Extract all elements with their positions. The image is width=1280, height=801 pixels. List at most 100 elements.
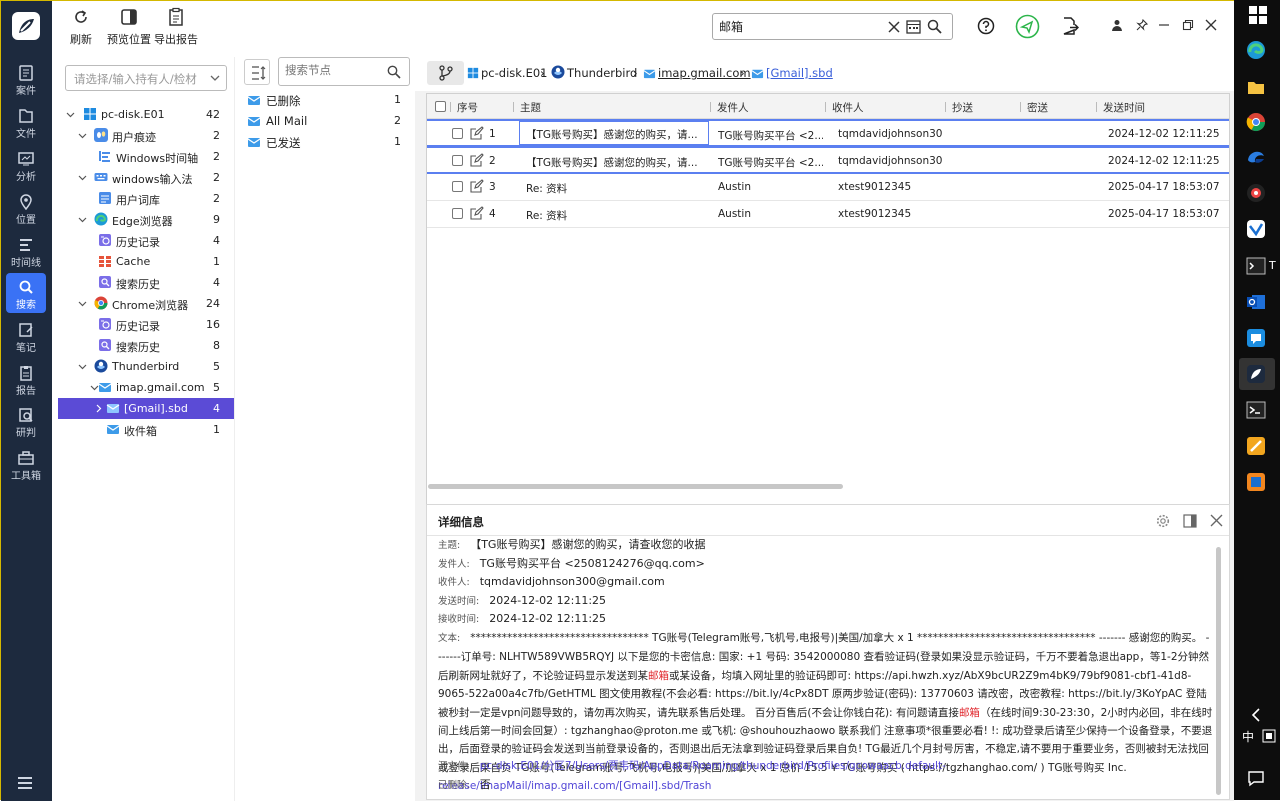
send-status-icon[interactable] — [1015, 14, 1040, 39]
table-row[interactable]: 2 【TG账号购买】感谢您的购买，请... TG账号购买平台 <2... tqm… — [427, 146, 1229, 174]
chevron-down-icon[interactable] — [66, 110, 75, 119]
outlook-icon[interactable] — [1246, 292, 1266, 312]
tree-node-user-dictionary[interactable]: 用户词库 2 — [58, 188, 234, 209]
tool-app-icon[interactable] — [1246, 436, 1266, 456]
tree-node-windows-timeline[interactable]: Windows时间轴 2 — [58, 146, 234, 167]
minimize-icon[interactable] — [1158, 19, 1170, 31]
nav-case[interactable]: 案件 — [6, 59, 46, 99]
edge-dev-app-icon[interactable] — [1246, 147, 1266, 167]
column-header[interactable]: 序号 — [450, 100, 478, 115]
tree-node-user-traces[interactable]: 用户痕迹 2 — [58, 125, 234, 146]
branch-button[interactable] — [427, 61, 464, 85]
breadcrumb-current[interactable]: [Gmail].sbd — [766, 66, 833, 80]
tree-node-edge-history[interactable]: 历史记录 4 — [58, 230, 234, 251]
row-checkbox[interactable] — [452, 128, 463, 139]
nav-note[interactable]: 笔记 — [6, 316, 46, 356]
gear-icon[interactable] — [1156, 514, 1170, 528]
table-row[interactable]: 1 【TG账号购买】感谢您的购买，请... TG账号购买平台 <2... tqm… — [427, 119, 1229, 147]
tree-node-edge-browser[interactable]: Edge浏览器 9 — [58, 209, 234, 230]
nav-report[interactable]: 报告 — [6, 359, 46, 399]
edit-icon[interactable] — [470, 126, 484, 140]
tree-node-edge-cache[interactable]: Cache 1 — [58, 251, 234, 272]
column-header[interactable]: 发送时间 — [1096, 100, 1145, 115]
refresh-button[interactable]: 刷新 — [70, 7, 92, 47]
tree-node-imap-gmail[interactable]: imap.gmail.com 5 — [58, 377, 234, 398]
main-menu-icon[interactable] — [17, 776, 33, 793]
nav-location[interactable]: 位置 — [6, 188, 46, 228]
tree-node-chrome-browser[interactable]: Chrome浏览器 24 — [58, 293, 234, 314]
edit-icon[interactable] — [470, 179, 484, 193]
chrome-app-icon[interactable] — [1246, 112, 1266, 132]
folder-app-icon[interactable] — [1246, 77, 1266, 97]
chevron-down-icon[interactable] — [78, 131, 87, 140]
chevron-down-icon[interactable] — [78, 362, 87, 371]
tree-node-pc-disk[interactable]: pc-disk.E01 42 — [58, 104, 234, 125]
chevron-down-icon[interactable] — [78, 215, 87, 224]
breadcrumb-item[interactable]: Thunderbird — [567, 66, 637, 80]
case-holder-select[interactable]: 请选择/输入持有人/检材 — [65, 65, 227, 91]
help-icon[interactable] — [977, 17, 995, 35]
nav-judge[interactable]: 研判 — [6, 401, 46, 441]
nav-file[interactable]: 文件 — [6, 102, 46, 142]
tree-node-windows-ime[interactable]: windows输入法 2 — [58, 167, 234, 188]
node-item-all-mail[interactable]: All Mail 2 — [247, 111, 407, 131]
message-app-icon[interactable] — [1246, 328, 1266, 348]
vertical-scrollbar[interactable] — [1216, 547, 1221, 795]
export-file-icon[interactable] — [1061, 17, 1079, 35]
ime-indicator[interactable]: 中 — [1242, 728, 1254, 745]
search-submit-icon[interactable] — [927, 19, 942, 34]
clear-icon[interactable] — [888, 21, 900, 33]
cell-subject[interactable]: 【TG账号购买】感谢您的购买，请... — [519, 121, 709, 145]
breadcrumb-item[interactable]: imap.gmail.com — [658, 66, 751, 80]
panel-layout-icon[interactable] — [1183, 514, 1197, 528]
row-checkbox[interactable] — [452, 181, 463, 192]
user-icon[interactable] — [1111, 19, 1123, 31]
app-icon[interactable] — [1246, 219, 1266, 239]
close-icon[interactable] — [1210, 514, 1223, 527]
edit-icon[interactable] — [470, 206, 484, 220]
breadcrumb-item[interactable]: pc-disk.E01 — [481, 66, 547, 80]
column-header[interactable]: 抄送 — [945, 100, 973, 115]
chevron-left-icon[interactable] — [1246, 705, 1266, 725]
horizontal-scrollbar[interactable] — [428, 484, 843, 489]
row-checkbox[interactable] — [452, 155, 463, 166]
chevron-right-icon[interactable] — [94, 404, 103, 413]
row-checkbox[interactable] — [452, 208, 463, 219]
table-row[interactable]: 4 Re: 资料 Austin xtest9012345 2025-04-17 … — [427, 201, 1229, 228]
search-icon[interactable] — [387, 65, 401, 79]
nav-timeline[interactable]: 时间线 — [6, 231, 46, 271]
edge-app-icon[interactable] — [1246, 40, 1266, 60]
nav-toolbox[interactable]: 工具箱 — [6, 444, 46, 484]
edit-icon[interactable] — [470, 153, 484, 167]
node-search-input[interactable] — [285, 63, 380, 77]
app-icon[interactable] — [1246, 183, 1266, 203]
chevron-down-icon[interactable] — [78, 173, 87, 182]
language-icon[interactable] — [1262, 729, 1276, 743]
column-header[interactable]: 密送 — [1020, 100, 1048, 115]
tool-app-icon[interactable] — [1246, 472, 1266, 492]
tree-node-chrome-search-history[interactable]: 搜索历史 8 — [58, 335, 234, 356]
tree-node-edge-search-history[interactable]: 搜索历史 4 — [58, 272, 234, 293]
restore-icon[interactable] — [1182, 19, 1194, 31]
chevron-down-icon[interactable] — [78, 299, 87, 308]
notification-icon[interactable] — [1246, 768, 1266, 788]
pin-icon[interactable] — [1136, 19, 1148, 31]
windows-start-icon[interactable] — [1248, 5, 1268, 25]
terminal-icon[interactable] — [1246, 256, 1266, 276]
column-header[interactable]: 主题 — [513, 100, 541, 115]
node-item-sent[interactable]: 已发送 1 — [247, 132, 407, 152]
sort-button[interactable] — [244, 59, 270, 85]
table-row[interactable]: 3 Re: 资料 Austin xtest9012345 2025-04-17 … — [427, 174, 1229, 201]
tree-node-chrome-history[interactable]: 历史记录 16 — [58, 314, 234, 335]
forensic-app-icon[interactable] — [1246, 364, 1266, 384]
export-report-button[interactable]: 导出报告 — [154, 7, 198, 47]
column-header[interactable]: 发件人 — [710, 100, 749, 115]
preview-position-button[interactable]: 预览位置 — [107, 7, 151, 47]
tree-node-gmail-sbd[interactable]: [Gmail].sbd 4 — [58, 398, 234, 419]
global-search-input[interactable] — [719, 17, 879, 36]
powershell-icon[interactable] — [1246, 400, 1266, 420]
calendar-icon[interactable] — [906, 19, 921, 34]
tree-node-inbox[interactable]: 收件箱 1 — [58, 419, 234, 440]
select-all-checkbox[interactable] — [435, 101, 446, 112]
tree-node-thunderbird[interactable]: Thunderbird 5 — [58, 356, 234, 377]
